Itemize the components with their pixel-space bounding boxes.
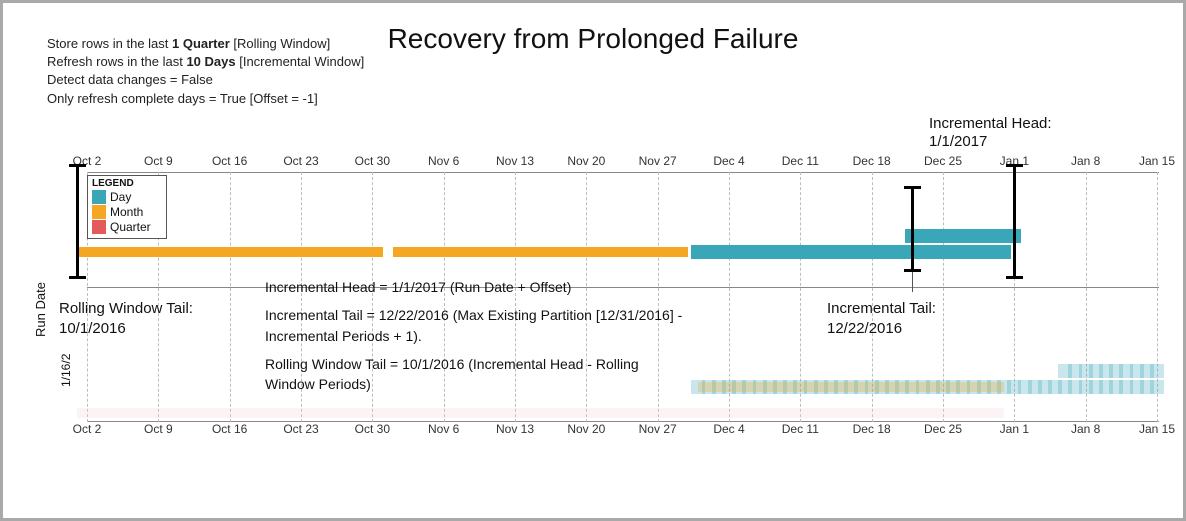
month-block — [77, 247, 383, 257]
meta-store-pre: Store rows in the last — [47, 36, 172, 51]
x-label: Dec 18 — [853, 154, 891, 168]
x-label: Nov 6 — [428, 422, 459, 436]
chart-meta: Store rows in the last 1 Quarter [Rollin… — [47, 35, 364, 108]
x-label: Dec 25 — [924, 422, 962, 436]
rolling-tail-l2: 10/1/2016 — [59, 319, 193, 339]
x-label: Jan 15 — [1139, 422, 1175, 436]
incremental-tail-l1: Incremental Tail: — [827, 299, 936, 319]
legend-row-quarter: Quarter — [92, 220, 162, 234]
meta-refresh-post: [Incremental Window] — [236, 54, 365, 69]
x-label: Oct 2 — [73, 422, 102, 436]
x-label: Nov 27 — [639, 154, 677, 168]
y-axis-label: Run Date — [33, 282, 48, 337]
incremental-tail-l2: 12/22/2016 — [827, 319, 936, 339]
formula-annotations: Incremental Head = 1/1/2017 (Run Date + … — [265, 277, 685, 394]
x-label: Dec 18 — [853, 422, 891, 436]
formula-3: Rolling Window Tail = 10/1/2016 (Increme… — [265, 354, 685, 395]
x-label: Oct 23 — [283, 154, 318, 168]
marker — [1013, 164, 1016, 279]
day-block — [997, 245, 1011, 259]
x-label: Jan 15 — [1139, 154, 1175, 168]
chart-frame: Recovery from Prolonged Failure Store ro… — [0, 0, 1186, 521]
x-label: Oct 16 — [212, 422, 247, 436]
x-label: Jan 8 — [1071, 154, 1100, 168]
row-sep-top — [87, 172, 1159, 173]
meta-store-post: [Rolling Window] — [230, 36, 330, 51]
x-label: Oct 16 — [212, 154, 247, 168]
y-tick-1: 1/16/2 — [59, 354, 73, 387]
marker — [76, 164, 79, 279]
meta-detect: Detect data changes = False — [47, 71, 364, 89]
rolling-tail-l1: Rolling Window Tail: — [59, 299, 193, 319]
incremental-head-label-l1: Incremental Head: — [929, 115, 1052, 133]
x-label: Dec 4 — [713, 422, 744, 436]
legend-label-day: Day — [110, 190, 131, 204]
gridline — [230, 172, 231, 422]
day-block — [1150, 380, 1164, 394]
x-label: Jan 1 — [1000, 422, 1029, 436]
incremental-head-label: Incremental Head: 1/1/2017 — [929, 115, 1052, 151]
incremental-tail-annot: Incremental Tail: 12/22/2016 — [827, 299, 936, 338]
x-label: Oct 9 — [144, 422, 173, 436]
marker-tick — [912, 272, 913, 292]
meta-complete: Only refresh complete days = True [Offse… — [47, 90, 364, 108]
swatch-day — [92, 190, 106, 204]
legend-box: LEGEND Day Month Quarter — [87, 175, 167, 239]
month-block — [698, 382, 1004, 392]
x-label: Nov 27 — [639, 422, 677, 436]
quarter-block — [77, 408, 1004, 418]
legend-row-month: Month — [92, 205, 162, 219]
legend-row-day: Day — [92, 190, 162, 204]
legend-label-month: Month — [110, 205, 143, 219]
x-axis-top: Oct 2Oct 9Oct 16Oct 23Oct 30Nov 6Nov 13N… — [87, 154, 1159, 172]
x-label: Nov 13 — [496, 422, 534, 436]
x-label: Oct 9 — [144, 154, 173, 168]
legend-label-quarter: Quarter — [110, 220, 151, 234]
x-label: Dec 4 — [713, 154, 744, 168]
x-label: Dec 11 — [782, 422, 819, 436]
month-block — [393, 247, 689, 257]
x-axis-bottom: Oct 2Oct 9Oct 16Oct 23Oct 30Nov 6Nov 13N… — [87, 422, 1159, 440]
x-label: Oct 30 — [355, 422, 390, 436]
x-label: Nov 20 — [567, 154, 605, 168]
x-label: Nov 20 — [567, 422, 605, 436]
marker — [911, 186, 914, 272]
x-label: Nov 6 — [428, 154, 459, 168]
x-label: Dec 25 — [924, 154, 962, 168]
x-label: Jan 8 — [1071, 422, 1100, 436]
meta-refresh-pre: Refresh rows in the last — [47, 54, 186, 69]
meta-refresh-bold: 10 Days — [186, 54, 235, 69]
swatch-month — [92, 205, 106, 219]
x-label: Nov 13 — [496, 154, 534, 168]
formula-2: Incremental Tail = 12/22/2016 (Max Exist… — [265, 305, 685, 346]
day-block — [1150, 364, 1164, 378]
formula-1: Incremental Head = 1/1/2017 (Run Date + … — [265, 277, 685, 297]
legend-title: LEGEND — [92, 178, 162, 189]
incremental-head-label-l2: 1/1/2017 — [929, 133, 1052, 151]
rolling-tail-annot: Rolling Window Tail: 10/1/2016 — [59, 299, 193, 338]
x-label: Oct 23 — [283, 422, 318, 436]
x-label: Dec 11 — [782, 154, 819, 168]
swatch-quarter — [92, 220, 106, 234]
meta-store-bold: 1 Quarter — [172, 36, 230, 51]
x-label: Oct 30 — [355, 154, 390, 168]
